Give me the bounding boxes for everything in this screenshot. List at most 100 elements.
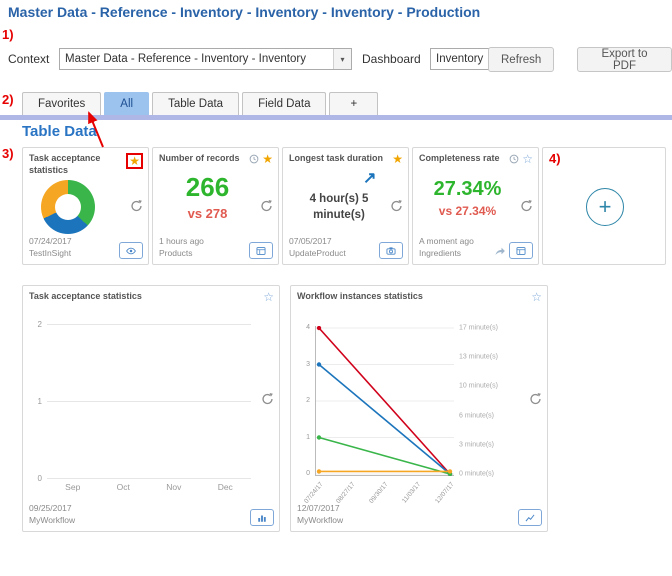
context-select[interactable]: Master Data - Reference - Inventory - In… [59,48,352,70]
card-source: MyWorkflow [29,515,75,526]
refresh-icon[interactable] [520,200,533,213]
card-title: Completeness rate [419,153,500,165]
card-source: UpdateProduct [289,248,346,259]
annotation-4: 4) [549,151,561,166]
chevron-down-icon: ▾ [333,49,351,69]
refresh-icon[interactable] [260,200,273,213]
card-source: TestInSight [29,248,72,259]
x-tick-label: 09/30/17 [368,481,390,505]
bar-chart-plot [47,324,251,478]
card-footer-text: 1 hours ago Products [159,236,204,259]
right-tick-label: 13 minute(s) [459,354,498,361]
export-pdf-button[interactable]: Export to PDF [577,47,672,72]
metric-comparison: vs 27.34% [413,204,522,218]
card-source: MyWorkflow [297,515,343,526]
favorite-star-icon[interactable]: ★ [262,153,273,165]
x-tick-label: 11/03/17 [401,481,422,505]
camera-icon[interactable] [379,242,403,259]
favorite-star-icon[interactable]: ★ [392,153,403,165]
card-source: Products [159,248,204,259]
trend-up-icon: ↗ [363,168,376,188]
card-date: 1 hours ago [159,236,204,247]
y-tick-label: 0 [306,470,310,477]
refresh-icon[interactable] [390,200,403,213]
add-tab-button[interactable]: + [329,92,378,115]
context-label: Context [8,52,49,66]
right-tick-label: 6 minute(s) [459,412,494,419]
annotation-arrow [82,107,108,149]
y-tick-label: 3 [306,361,310,368]
favorite-star-icon[interactable]: ☆ [263,291,274,303]
dashboard-page: Master Data - Reference - Inventory - In… [0,0,672,576]
refresh-button[interactable]: Refresh [488,47,554,72]
clock-icon [509,154,519,164]
donut-chart [41,180,95,234]
tab-all[interactable]: All [104,92,149,115]
card-number-of-records: Number of records ★ 266 vs 278 1 hours a… [152,147,279,265]
right-tick-label: 17 minute(s) [459,325,498,332]
favorite-star-icon[interactable]: ☆ [522,153,533,165]
metric-value: 27.34% [413,178,522,201]
card-longest-task-duration: Longest task duration ★ ↗ 4 hour(s) 5 mi… [282,147,409,265]
card-add-widget: + [542,147,666,265]
card-date: 09/25/2017 [29,503,75,514]
x-tick-label: Sep [65,482,80,492]
right-tick-label: 3 minute(s) [459,441,494,448]
card-task-acceptance-large: Task acceptance statistics ☆ 012 SepOctN… [22,285,280,532]
x-tick-label: Dec [218,482,233,492]
line-chart: 01234 17 minute(s)13 minute(s)10 minute(… [297,326,543,526]
clock-icon [249,154,259,164]
metric-comparison: vs 278 [153,206,262,221]
favorite-star-icon[interactable]: ☆ [531,291,542,303]
card-workflow-instances: Workflow instances statistics ☆ 01234 17… [290,285,548,532]
x-tick-label: 07/24/17 [303,481,325,505]
card-footer-icons [494,242,533,259]
favorite-star-icon[interactable]: ★ [129,155,140,167]
card-footer-text: 12/07/2017 MyWorkflow [297,503,343,526]
card-date: A moment ago [419,236,474,247]
y-tick-label: 1 [38,397,42,406]
card-footer-text: A moment ago Ingredients [419,236,474,259]
card-date: 07/24/2017 [29,236,72,247]
right-tick-label: 0 minute(s) [459,471,494,478]
metric-value: 4 hour(s) 5 minute(s) [295,192,383,223]
add-widget-button[interactable]: + [586,188,624,226]
line-chart-icon[interactable] [518,509,542,526]
bar-chart-x-labels: SepOctNovDec [47,482,251,492]
refresh-icon[interactable] [261,392,274,405]
card-title: Workflow instances statistics [297,291,423,303]
table-details-icon[interactable] [509,242,533,259]
bar-chart: 012 SepOctNovDec [33,324,261,500]
refresh-icon[interactable] [529,392,542,405]
annotation-highlight-box: ★ [126,153,143,169]
card-title: Longest task duration [289,153,383,165]
share-icon[interactable] [494,245,506,257]
x-tick-label: Nov [166,482,181,492]
card-date: 07/05/2017 [289,236,346,247]
y-tick-label: 4 [306,324,310,331]
bar-chart-y-axis: 012 [33,324,45,478]
x-tick-label: 12/07/17 [434,481,456,505]
y-tick-label: 2 [306,397,310,404]
card-title: Task acceptance statistics [29,153,123,176]
line-chart-left-axis: 01234 [297,326,313,476]
view-details-icon[interactable] [119,242,143,259]
refresh-icon[interactable] [130,200,143,213]
tab-table-data[interactable]: Table Data [152,92,239,115]
right-tick-label: 10 minute(s) [459,383,498,390]
card-title: Number of records [159,153,240,165]
tab-field-data[interactable]: Field Data [242,92,326,115]
context-select-value: Master Data - Reference - Inventory - In… [60,53,333,65]
dashboard-tabs: Favorites All Table Data Field Data + [22,92,378,115]
page-title: Master Data - Reference - Inventory - In… [8,4,480,20]
x-tick-label: 08/27/17 [335,481,357,505]
bar-chart-icon[interactable] [250,509,274,526]
card-title: Task acceptance statistics [29,291,142,303]
donut-hole [55,194,81,220]
y-tick-label: 0 [38,474,42,483]
table-details-icon[interactable] [249,242,273,259]
annotation-1: 1) [2,27,14,42]
card-completeness-rate: Completeness rate ☆ 27.34% vs 27.34% A m… [412,147,539,265]
dashboard-label: Dashboard [362,52,421,66]
card-footer-text: 09/25/2017 MyWorkflow [29,503,75,526]
